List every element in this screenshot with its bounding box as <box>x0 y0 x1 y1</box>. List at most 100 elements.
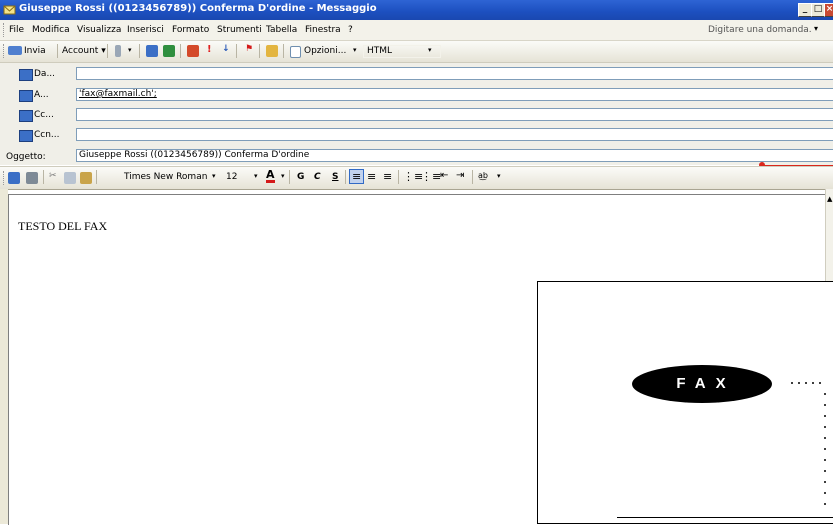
italic-button[interactable]: C <box>314 172 321 182</box>
dot <box>824 503 826 505</box>
toolbar-separator <box>236 44 237 58</box>
copy-icon[interactable] <box>64 172 76 184</box>
menu-inserisci[interactable]: Inserisci <box>127 25 164 35</box>
bcc-button[interactable]: Ccn... <box>34 130 60 140</box>
minimize-button[interactable]: _ <box>798 3 812 17</box>
dot <box>824 459 826 461</box>
dot <box>805 382 807 384</box>
dot <box>824 426 826 428</box>
formatting-toolbar: ✂ Times New Roman ▾ 12 ▾ A ▾ G C S ≡ ≡ ≡… <box>0 166 833 190</box>
menu-tabella[interactable]: Tabella <box>266 25 297 35</box>
toolbar-separator <box>289 170 290 184</box>
options-dropdown-arrow[interactable]: ▾ <box>353 46 357 54</box>
address-book-icon <box>19 130 33 142</box>
address-book-icon <box>19 69 33 81</box>
dot <box>791 382 793 384</box>
maximize-button[interactable]: □ <box>811 3 825 17</box>
bold-button[interactable]: G <box>297 172 304 182</box>
high-importance-icon[interactable]: ! <box>207 44 212 55</box>
dot <box>798 382 800 384</box>
send-button[interactable]: Invia <box>24 46 46 56</box>
message-format-value: HTML <box>367 46 393 56</box>
permission-icon[interactable] <box>266 45 278 57</box>
close-button[interactable]: × <box>824 3 833 17</box>
attach-dropdown-arrow[interactable]: ▾ <box>128 46 132 54</box>
print-icon[interactable] <box>26 172 38 184</box>
font-size-value: 12 <box>226 172 238 182</box>
body-text: TESTO DEL FAX <box>18 219 108 233</box>
save-icon[interactable] <box>8 172 20 184</box>
toolbar-separator <box>259 44 260 58</box>
attach-icon[interactable] <box>115 45 121 57</box>
subject-label: Oggetto: <box>6 152 46 162</box>
menu-strumenti[interactable]: Strumenti <box>217 25 262 35</box>
font-value: Times New Roman <box>124 172 208 182</box>
message-window-icon[interactable] <box>3 3 16 16</box>
toolbar-grip[interactable] <box>3 44 7 58</box>
to-button[interactable]: A... <box>34 90 49 100</box>
font-select[interactable]: Times New Roman <box>120 171 207 184</box>
dot <box>824 448 826 450</box>
dot <box>824 437 826 439</box>
menu-finestra[interactable]: Finestra <box>305 25 341 35</box>
styles-icon[interactable]: a͜b <box>478 171 488 180</box>
menu-help[interactable]: ? <box>348 25 353 35</box>
align-center-icon[interactable]: ≡ <box>367 170 376 183</box>
format-dropdown-arrow[interactable]: ▾ <box>428 46 432 54</box>
menu-formato[interactable]: Formato <box>172 25 209 35</box>
address-book-icon <box>19 110 33 122</box>
address-book-icon[interactable] <box>146 45 158 57</box>
bullet-list-icon[interactable]: ⋮≡ <box>421 170 441 183</box>
toolbar-separator <box>43 170 44 184</box>
toolbar-options-arrow[interactable]: ▾ <box>497 172 501 180</box>
fax-rule-line <box>617 517 833 518</box>
toolbar-separator <box>472 170 473 184</box>
menu-modifica[interactable]: Modifica <box>32 25 70 35</box>
ask-dropdown-arrow[interactable]: ▾ <box>814 24 818 33</box>
menu-file[interactable]: File <box>9 25 24 35</box>
subject-field[interactable]: Giuseppe Rossi ((0123456789)) Conferma D… <box>76 149 833 162</box>
align-left-icon[interactable]: ≡ <box>349 169 365 184</box>
ask-question-box[interactable]: Digitare una domanda. <box>708 25 812 35</box>
from-field[interactable] <box>76 67 833 80</box>
dot <box>819 382 821 384</box>
font-color-dropdown-arrow[interactable]: ▾ <box>281 172 285 180</box>
toolbar-grip[interactable] <box>3 171 7 185</box>
increase-indent-icon[interactable]: ⇥ <box>456 170 464 181</box>
cc-button[interactable]: Cc... <box>34 110 54 120</box>
dot <box>824 492 826 494</box>
menubar-grip[interactable] <box>3 23 7 37</box>
toolbar-separator <box>398 170 399 184</box>
body-left-margin <box>0 189 8 524</box>
align-right-icon[interactable]: ≡ <box>383 170 392 183</box>
scroll-up-arrow-icon[interactable]: ▲ <box>827 195 832 203</box>
cc-field[interactable] <box>76 108 833 121</box>
font-dropdown-arrow[interactable]: ▾ <box>212 172 216 180</box>
cut-icon[interactable]: ✂ <box>49 171 57 181</box>
dot <box>812 382 814 384</box>
signature-icon[interactable] <box>187 45 199 57</box>
toolbar-separator <box>283 44 284 58</box>
dot <box>824 415 826 417</box>
toolbar-separator <box>57 44 58 58</box>
low-importance-icon[interactable]: ↓ <box>222 44 230 54</box>
menu-visualizza[interactable]: Visualizza <box>77 25 121 35</box>
title-bar: Giuseppe Rossi ((0123456789)) Conferma D… <box>0 0 833 20</box>
size-dropdown-arrow[interactable]: ▾ <box>254 172 258 180</box>
send-icon <box>8 46 22 55</box>
options-button[interactable]: Opzioni... <box>304 46 346 56</box>
to-field[interactable]: 'fax@faxmail.ch'; <box>76 88 833 101</box>
font-color-button[interactable]: A <box>266 169 275 183</box>
window-title: Giuseppe Rossi ((0123456789)) Conferma D… <box>19 3 377 14</box>
check-names-icon[interactable] <box>163 45 175 57</box>
account-button[interactable]: Account ▾ <box>62 46 106 56</box>
follow-up-flag-icon[interactable]: ⚑ <box>245 44 253 54</box>
bcc-field[interactable] <box>76 128 833 141</box>
decrease-indent-icon[interactable]: ⇤ <box>440 170 448 181</box>
fax-cover-image <box>537 281 833 524</box>
toolbar-separator <box>107 44 108 58</box>
paste-icon[interactable] <box>80 172 92 184</box>
underline-button[interactable]: S <box>332 172 338 182</box>
font-size-select[interactable]: 12 <box>222 171 258 184</box>
from-button[interactable]: Da... <box>34 69 55 79</box>
